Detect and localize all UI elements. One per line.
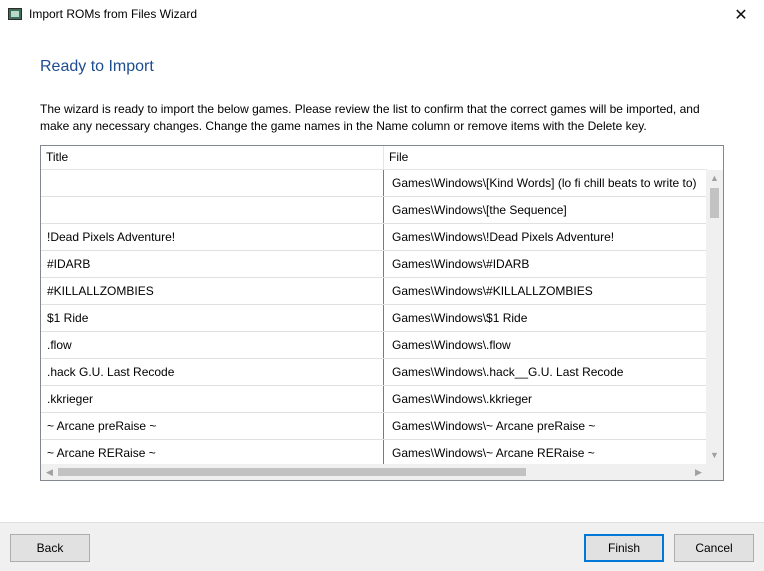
cell-title[interactable] <box>41 197 384 223</box>
back-button[interactable]: Back <box>10 534 90 562</box>
vertical-scrollbar[interactable]: ▲ ▼ <box>706 170 723 464</box>
grid-header: Title File <box>41 146 707 170</box>
cell-file: Games\Windows\.flow <box>392 338 511 352</box>
scroll-down-icon[interactable]: ▼ <box>706 447 723 464</box>
scroll-up-icon[interactable]: ▲ <box>706 170 723 187</box>
cell-file: Games\Windows\.hack__G.U. Last Recode <box>392 365 624 379</box>
page-title: Ready to Import <box>40 58 154 75</box>
close-icon[interactable]: ✕ <box>718 0 764 30</box>
wizard-footer: Back Finish Cancel <box>0 522 764 571</box>
table-row[interactable]: .hack G.U. Last Recode Games\Windows\.ha… <box>41 359 707 386</box>
cell-title[interactable]: $1 Ride <box>41 305 384 331</box>
cell-title[interactable]: #IDARB <box>41 251 384 277</box>
table-row[interactable]: .kkrieger Games\Windows\.kkrieger <box>41 386 707 413</box>
cell-title[interactable]: #KILLALLZOMBIES <box>41 278 384 304</box>
table-row[interactable]: $1 Ride Games\Windows\$1 Ride <box>41 305 707 332</box>
table-row[interactable]: #IDARB Games\Windows\#IDARB <box>41 251 707 278</box>
table-row[interactable]: Games\Windows\[the Sequence] <box>41 197 707 224</box>
cell-file: Games\Windows\~ Arcane RERaise ~ <box>392 446 595 460</box>
scroll-left-icon[interactable]: ◀ <box>41 464 58 480</box>
grid-rows: Games\Windows\[Kind Words] (lo fi chill … <box>41 170 707 464</box>
horizontal-scroll-thumb[interactable] <box>58 468 526 476</box>
cell-file: Games\Windows\#KILLALLZOMBIES <box>392 284 593 298</box>
cell-title[interactable]: ~ Arcane preRaise ~ <box>41 413 384 439</box>
cell-title[interactable]: .flow <box>41 332 384 358</box>
scroll-right-icon[interactable]: ▶ <box>690 464 707 480</box>
table-row[interactable]: Games\Windows\[Kind Words] (lo fi chill … <box>41 170 707 197</box>
horizontal-scrollbar[interactable]: ◀ ▶ <box>41 464 707 480</box>
title-bar: Import ROMs from Files Wizard ✕ <box>0 0 764 30</box>
games-grid[interactable]: Title File Games\Windows\[Kind Words] (l… <box>40 145 724 481</box>
column-header-file[interactable]: File <box>384 146 707 169</box>
cell-file: Games\Windows\!Dead Pixels Adventure! <box>392 230 615 244</box>
table-row[interactable]: .flow Games\Windows\.flow <box>41 332 707 359</box>
table-row[interactable]: #KILLALLZOMBIES Games\Windows\#KILLALLZO… <box>41 278 707 305</box>
table-row[interactable]: ~ Arcane preRaise ~ Games\Windows\~ Arca… <box>41 413 707 440</box>
cell-title[interactable]: !Dead Pixels Adventure! <box>41 224 384 250</box>
scrollbar-corner <box>706 464 723 480</box>
cell-title[interactable]: .kkrieger <box>41 386 384 412</box>
cell-file: Games\Windows\$1 Ride <box>392 311 528 325</box>
table-row[interactable]: !Dead Pixels Adventure! Games\Windows\!D… <box>41 224 707 251</box>
window-title: Import ROMs from Files Wizard <box>29 7 198 21</box>
cell-title[interactable] <box>41 170 384 196</box>
column-header-title[interactable]: Title <box>41 146 384 169</box>
cell-file: Games\Windows\[the Sequence] <box>392 203 567 217</box>
table-row[interactable]: ~ Arcane RERaise ~ Games\Windows\~ Arcan… <box>41 440 707 464</box>
app-icon <box>8 8 22 20</box>
vertical-scroll-thumb[interactable] <box>710 188 719 218</box>
cell-title[interactable]: ~ Arcane RERaise ~ <box>41 440 384 464</box>
cell-file: Games\Windows\[Kind Words] (lo fi chill … <box>392 176 697 190</box>
cell-file: Games\Windows\.kkrieger <box>392 392 533 406</box>
finish-button[interactable]: Finish <box>584 534 664 562</box>
cancel-button[interactable]: Cancel <box>674 534 754 562</box>
cell-title[interactable]: .hack G.U. Last Recode <box>41 359 384 385</box>
cell-file: Games\Windows\#IDARB <box>392 257 530 271</box>
page-description: The wizard is ready to import the below … <box>40 102 700 133</box>
cell-file: Games\Windows\~ Arcane preRaise ~ <box>392 419 596 433</box>
